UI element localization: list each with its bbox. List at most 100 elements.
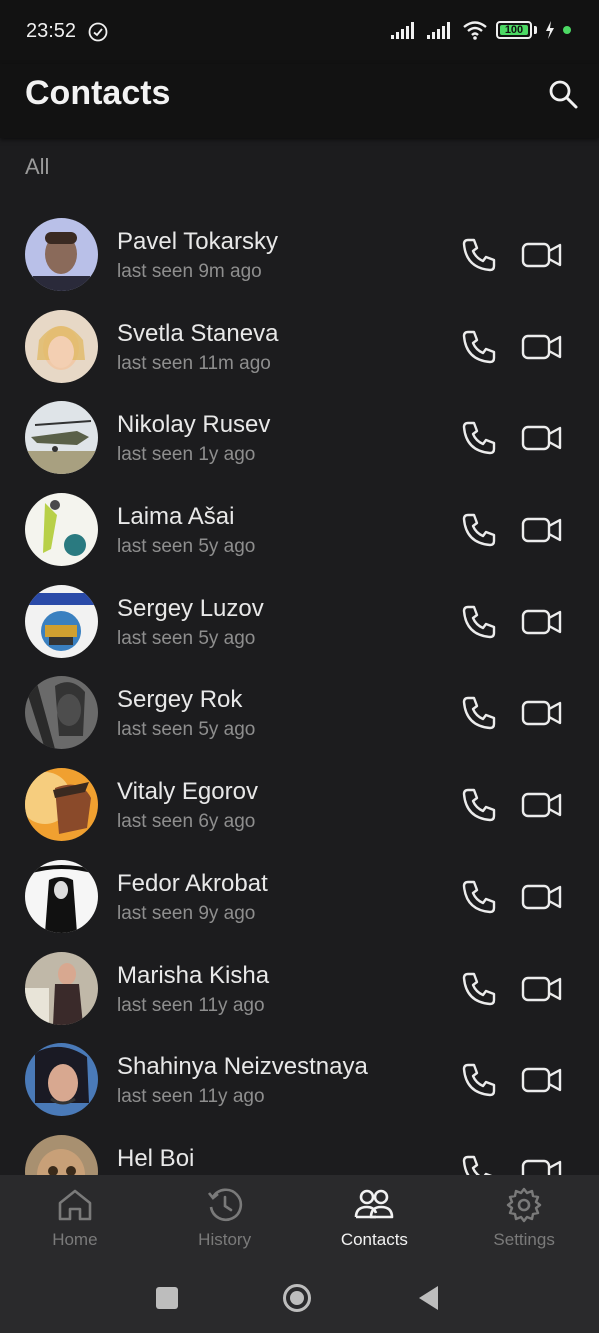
list-item[interactable]: Vitaly Egorov last seen 6y ago (0, 758, 599, 850)
list-item[interactable]: Sergey Rok last seen 5y ago (0, 666, 599, 758)
history-icon (207, 1188, 242, 1222)
phone-icon[interactable] (460, 603, 498, 641)
contact-name: Laima Ašai (117, 503, 235, 531)
phone-icon[interactable] (460, 878, 498, 916)
contact-name: Sergey Rok (117, 686, 243, 714)
phone-icon[interactable] (460, 511, 498, 549)
nav-item-home[interactable]: Home (0, 1175, 150, 1261)
phone-icon[interactable] (460, 970, 498, 1008)
avatar (25, 1134, 98, 1175)
check-circle-icon (88, 22, 108, 42)
video-camera-icon[interactable] (520, 970, 564, 1008)
status-time: 23:52 (26, 20, 77, 42)
contact-status: last seen 11y ago (117, 1086, 265, 1108)
nav-label: Home (52, 1230, 98, 1249)
list-item[interactable]: Laima Ašai last seen 5y ago (0, 483, 599, 575)
battery-icon: 100 (496, 21, 532, 39)
recents-icon[interactable] (152, 1283, 182, 1313)
contact-status: last seen 5y ago (117, 719, 256, 741)
list-item[interactable]: Shahinya Neizvestnaya last seen 11y ago (0, 1033, 599, 1125)
phone-icon[interactable] (460, 694, 498, 732)
page-title: Contacts (25, 74, 171, 112)
contact-name: Vitaly Egorov (117, 778, 258, 806)
phone-icon[interactable] (460, 1061, 498, 1099)
avatar (25, 401, 98, 475)
contact-status: last seen 6y ago (117, 811, 256, 833)
back-icon[interactable] (414, 1283, 444, 1313)
search-icon[interactable] (547, 78, 579, 110)
section-label-all: All (25, 154, 50, 179)
contact-status: last seen 1y ago (117, 444, 256, 466)
screen: 23:52 100 Contacts All Pavel Tokarsky la… (0, 0, 599, 1333)
contact-name: Fedor Akrobat (117, 869, 268, 897)
list-item[interactable]: Pavel Tokarsky last seen 9m ago (0, 208, 599, 300)
signal-icon (390, 21, 418, 39)
contact-name: Nikolay Rusev (117, 411, 271, 439)
video-camera-icon[interactable] (520, 328, 564, 366)
bottom-nav: Home History Contacts Settings (0, 1175, 599, 1261)
video-camera-icon[interactable] (520, 1153, 564, 1175)
list-item[interactable]: Svetla Staneva last seen 11m ago (0, 300, 599, 392)
contact-name: Hel Boi (117, 1144, 195, 1172)
contact-name: Svetla Staneva (117, 319, 279, 347)
home-circle-icon[interactable] (282, 1283, 312, 1313)
contact-name: Sergey Luzov (117, 594, 264, 622)
settings-icon (506, 1187, 542, 1223)
video-camera-icon[interactable] (520, 786, 564, 824)
phone-icon[interactable] (460, 236, 498, 274)
avatar (25, 951, 98, 1025)
app-bar: Contacts (0, 64, 599, 138)
nav-item-settings[interactable]: Settings (449, 1175, 599, 1261)
system-nav-bar (0, 1261, 599, 1333)
battery-level: 100 (504, 24, 524, 36)
contact-name: Pavel Tokarsky (117, 228, 278, 255)
contact-name: Shahinya Neizvestnaya (117, 1053, 368, 1081)
avatar (25, 768, 98, 842)
video-camera-icon[interactable] (520, 419, 564, 457)
video-camera-icon[interactable] (520, 694, 564, 732)
phone-icon[interactable] (460, 419, 498, 457)
video-camera-icon[interactable] (520, 1061, 564, 1099)
contact-status: last seen 9m ago (117, 261, 262, 282)
wifi-icon (462, 20, 488, 40)
avatar (25, 218, 98, 291)
status-bar: 23:52 100 (0, 0, 599, 64)
status-icons: 100 (390, 20, 571, 40)
list-item[interactable]: Marisha Kisha last seen 11y ago (0, 942, 599, 1034)
video-camera-icon[interactable] (520, 878, 564, 916)
avatar (25, 584, 98, 658)
contact-list[interactable]: Pavel Tokarsky last seen 9m ago Svetla S… (0, 208, 599, 1175)
phone-icon[interactable] (460, 1153, 498, 1175)
nav-item-history[interactable]: History (150, 1175, 300, 1261)
list-item[interactable]: Fedor Akrobat last seen 9y ago (0, 850, 599, 942)
nav-label: Settings (493, 1230, 555, 1249)
privacy-dot-icon (563, 26, 571, 34)
video-camera-icon[interactable] (520, 511, 564, 549)
phone-icon[interactable] (460, 786, 498, 824)
battery-nub (534, 26, 537, 34)
contact-status: last seen 5y ago (117, 536, 256, 558)
nav-label: Contacts (340, 1230, 408, 1249)
avatar (25, 859, 98, 933)
nav-label: History (198, 1230, 252, 1249)
phone-icon[interactable] (460, 328, 498, 366)
list-item[interactable]: Hel Boi (0, 1125, 599, 1175)
nav-item-contacts[interactable]: Contacts (300, 1175, 450, 1261)
list-item[interactable]: Sergey Luzov last seen 5y ago (0, 575, 599, 667)
video-camera-icon[interactable] (520, 603, 564, 641)
contact-status: last seen 9y ago (117, 902, 256, 924)
signal-icon (426, 21, 454, 39)
home-icon (58, 1189, 92, 1221)
contact-status: last seen 5y ago (117, 627, 256, 649)
contacts-icon (355, 1189, 394, 1219)
avatar (25, 676, 98, 750)
video-camera-icon[interactable] (520, 236, 564, 274)
contact-name: Marisha Kisha (117, 961, 270, 989)
avatar (25, 309, 98, 383)
list-item[interactable]: Nikolay Rusev last seen 1y ago (0, 391, 599, 483)
contact-status: last seen 11m ago (117, 352, 271, 374)
avatar (25, 493, 98, 567)
contact-status: last seen 11y ago (117, 994, 265, 1016)
charging-icon (545, 21, 555, 39)
avatar (25, 1043, 98, 1117)
